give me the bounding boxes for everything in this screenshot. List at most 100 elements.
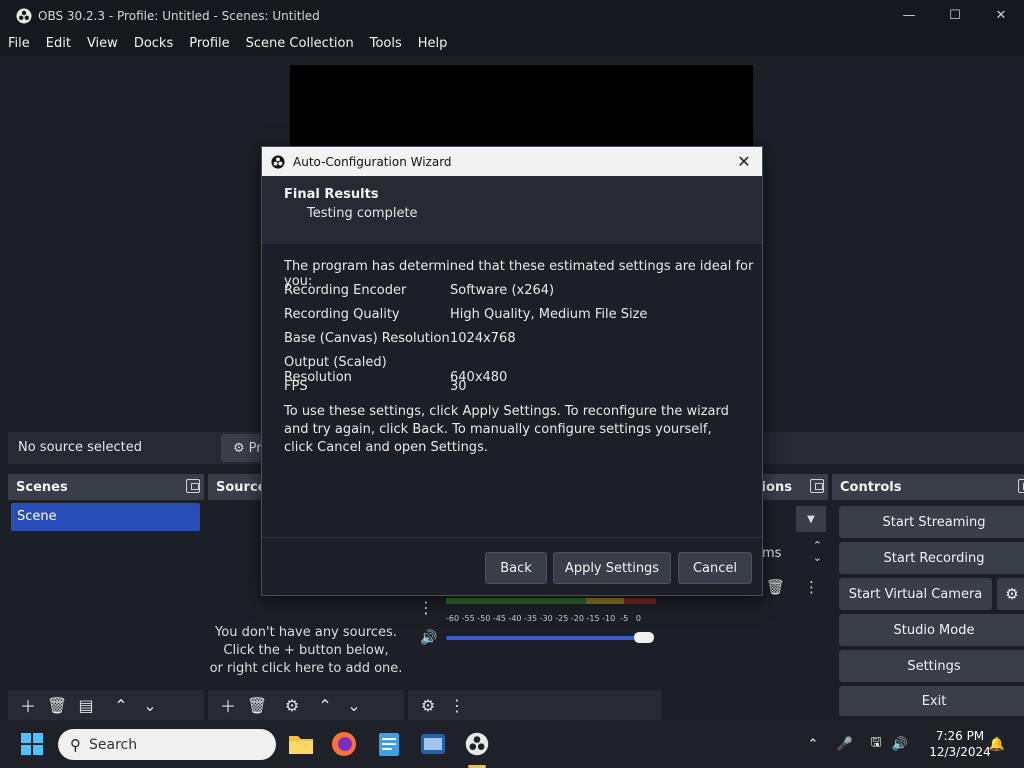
taskbar-search[interactable]: ⚲ Search bbox=[58, 729, 276, 760]
result-key: FPS bbox=[284, 379, 308, 394]
transition-options-icon[interactable]: ⋮ bbox=[804, 578, 819, 596]
menu-bar: File Edit View Docks Profile Scene Colle… bbox=[0, 31, 1024, 56]
scenes-toolbar: ＋ 🗑 ▤ ⌃ ⌄ bbox=[8, 690, 204, 720]
network-icon[interactable]: 🖫 bbox=[864, 720, 888, 768]
start-virtual-camera-button[interactable]: Start Virtual Camera bbox=[839, 578, 992, 610]
sources-empty-message: You don't have any sources. Click the + … bbox=[208, 624, 404, 678]
notepad-icon[interactable] bbox=[373, 728, 405, 760]
back-button[interactable]: Back bbox=[485, 552, 547, 584]
chevron-up-icon[interactable]: ⌃ bbox=[800, 720, 826, 768]
firefox-icon[interactable] bbox=[328, 728, 360, 760]
mixer-menu-icon[interactable]: ⋮ bbox=[418, 598, 434, 617]
apply-settings-button[interactable]: Apply Settings bbox=[553, 552, 671, 584]
microphone-icon[interactable]: 🎤 bbox=[834, 720, 856, 768]
start-recording-button[interactable]: Start Recording bbox=[839, 542, 1024, 574]
window-titlebar: OBS 30.2.3 - Profile: Untitled - Scenes:… bbox=[0, 0, 1024, 31]
studio-mode-button[interactable]: Studio Mode bbox=[839, 614, 1024, 646]
cancel-button[interactable]: Cancel bbox=[678, 552, 752, 584]
sources-toolbar: ＋ 🗑 ⚙ ⌃ ⌄ bbox=[208, 690, 404, 720]
filter-icon[interactable]: ▤ bbox=[72, 693, 100, 717]
float-dock-icon[interactable] bbox=[186, 479, 200, 493]
menu-help[interactable]: Help bbox=[418, 36, 448, 51]
dialog-titlebar: Auto-Configuration Wizard ✕ bbox=[262, 147, 762, 176]
dialog-title: Auto-Configuration Wizard bbox=[293, 154, 452, 169]
final-results-heading: Final Results bbox=[284, 187, 379, 202]
chevron-down-icon[interactable]: ▼ bbox=[796, 506, 826, 532]
no-source-label: No source selected bbox=[18, 440, 142, 455]
volume-meter-red bbox=[624, 598, 656, 604]
result-row: Recording Encoder Software (x264) bbox=[284, 283, 554, 298]
duration-stepper[interactable]: ⌃ ⌄ bbox=[813, 540, 822, 564]
float-dock-icon[interactable] bbox=[1018, 479, 1024, 493]
file-explorer-icon[interactable] bbox=[285, 728, 317, 760]
gear-icon: ⚙ bbox=[1005, 585, 1019, 603]
add-icon[interactable]: ＋ bbox=[14, 693, 42, 717]
trash-icon[interactable]: 🗑 bbox=[243, 693, 271, 717]
add-icon[interactable]: ＋ bbox=[214, 693, 242, 717]
minimize-button[interactable]: — bbox=[886, 0, 932, 31]
menu-docks[interactable]: Docks bbox=[134, 36, 173, 51]
result-key: Base (Canvas) Resolution bbox=[284, 331, 450, 346]
trash-icon[interactable]: 🗑 bbox=[766, 578, 785, 596]
scene-item[interactable]: Scene bbox=[11, 503, 200, 531]
meter-scale: -60 -55 -50 -45 -40 -35 -30 -25 -20 -15 … bbox=[446, 614, 641, 623]
gear-icon[interactable]: ⚙ bbox=[278, 693, 306, 717]
controls-body: Start Streaming Start Recording Start Vi… bbox=[832, 500, 1024, 720]
result-key: Recording Quality bbox=[284, 307, 400, 322]
taskbar: ⚲ Search ⌃ 🎤 🖫 🔊 7:26 PM 12/3/2024 🔔 bbox=[0, 720, 1024, 768]
dialog-header: Final Results Testing complete bbox=[262, 176, 762, 244]
move-down-icon[interactable]: ⌄ bbox=[340, 693, 368, 717]
scenes-dock: Scenes Scene ＋ 🗑 ▤ ⌃ ⌄ bbox=[8, 474, 204, 720]
testing-complete-label: Testing complete bbox=[307, 206, 418, 221]
trash-icon[interactable]: 🗑 bbox=[43, 693, 71, 717]
result-key: Recording Encoder bbox=[284, 283, 407, 298]
close-button[interactable]: ✕ bbox=[978, 0, 1024, 31]
controls-dock-title: Controls bbox=[832, 474, 1024, 500]
settings-button[interactable]: Settings bbox=[839, 650, 1024, 682]
maximize-button[interactable]: ☐ bbox=[932, 0, 978, 31]
close-icon[interactable]: ✕ bbox=[734, 151, 754, 171]
mixer-options-icon[interactable]: ⋮ bbox=[443, 693, 471, 717]
dialog-body: The program has determined that these es… bbox=[262, 244, 762, 538]
sources-empty-line: or right click here to add one. bbox=[209, 661, 403, 676]
obs-taskbar-icon[interactable] bbox=[461, 728, 493, 760]
search-icon: ⚲ bbox=[70, 735, 81, 754]
volume-slider[interactable] bbox=[446, 636, 654, 640]
controls-dock: Controls Start Streaming Start Recording… bbox=[832, 474, 1024, 720]
results-instructions: To use these settings, click Apply Setti… bbox=[284, 404, 729, 455]
start-streaming-button[interactable]: Start Streaming bbox=[839, 506, 1024, 538]
speaker-icon[interactable]: 🔊 bbox=[888, 720, 912, 768]
windows-start-icon[interactable] bbox=[16, 728, 48, 760]
search-placeholder: Search bbox=[89, 736, 138, 753]
obs-icon bbox=[271, 154, 285, 169]
obs-icon bbox=[16, 8, 32, 23]
menu-scene-collection[interactable]: Scene Collection bbox=[246, 36, 354, 51]
scenes-dock-title: Scenes bbox=[8, 474, 204, 500]
mixer-toolbar: ⚙ ⋮ bbox=[408, 690, 662, 720]
properties-label: Pr bbox=[248, 440, 262, 456]
app-window-icon[interactable] bbox=[417, 728, 449, 760]
sources-empty-line: You don't have any sources. bbox=[215, 625, 397, 640]
exit-button[interactable]: Exit bbox=[839, 686, 1024, 716]
move-up-icon[interactable]: ⌃ bbox=[311, 693, 339, 717]
move-down-icon[interactable]: ⌄ bbox=[136, 693, 164, 717]
menu-edit[interactable]: Edit bbox=[46, 36, 71, 51]
volume-meter-yellow bbox=[586, 598, 624, 604]
volume-slider-handle[interactable] bbox=[634, 632, 654, 643]
notification-bell-icon[interactable]: 🔔 bbox=[986, 720, 1008, 768]
result-value: Software (x264) bbox=[450, 283, 555, 298]
window-title: OBS 30.2.3 - Profile: Untitled - Scenes:… bbox=[38, 8, 320, 23]
menu-profile[interactable]: Profile bbox=[189, 36, 229, 51]
move-up-icon[interactable]: ⌃ bbox=[107, 693, 135, 717]
menu-tools[interactable]: Tools bbox=[370, 36, 402, 51]
gear-icon[interactable]: ⚙ bbox=[414, 693, 442, 717]
result-value: 1024x768 bbox=[450, 331, 516, 346]
result-row: Recording Quality High Quality, Medium Fi… bbox=[284, 307, 647, 322]
result-value: 30 bbox=[450, 379, 467, 394]
menu-file[interactable]: File bbox=[8, 36, 30, 51]
gear-icon: ⚙ bbox=[233, 440, 245, 456]
speaker-icon[interactable]: 🔊 bbox=[420, 630, 437, 646]
virtual-camera-settings-button[interactable]: ⚙ bbox=[997, 578, 1024, 610]
float-dock-icon[interactable] bbox=[810, 479, 824, 493]
menu-view[interactable]: View bbox=[87, 36, 118, 51]
